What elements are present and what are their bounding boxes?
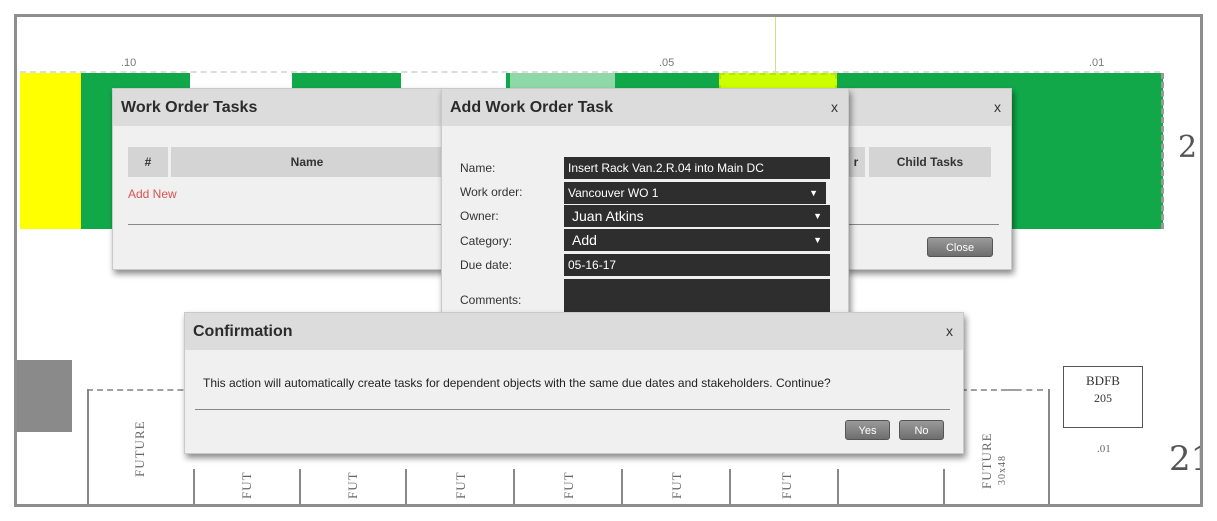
bdfb-name: BDFB xyxy=(1086,373,1120,388)
future-rack-label: FUT xyxy=(561,471,576,499)
divider-line xyxy=(621,469,623,504)
bdfb-number: 205 xyxy=(1094,391,1112,405)
chevron-down-icon: ▼ xyxy=(813,235,822,245)
bottom-row-dash-right xyxy=(1005,389,1043,391)
divider-line xyxy=(943,469,945,504)
confirmation-message: This action will automatically create ta… xyxy=(203,376,831,390)
divider xyxy=(128,224,443,225)
no-button[interactable]: No xyxy=(899,420,944,440)
row-number-bottom: 21 xyxy=(1169,439,1200,479)
divider xyxy=(847,224,999,225)
close-button[interactable]: Close xyxy=(927,237,993,257)
rack-slot-light[interactable] xyxy=(510,73,615,89)
future-rack-label: FUTURE xyxy=(979,432,994,489)
rack-slot-empty[interactable] xyxy=(401,73,506,89)
yes-button[interactable]: Yes xyxy=(845,420,890,440)
scale-label-mid: .05 xyxy=(659,57,675,69)
add-task-title-bar: Add Work Order Task x xyxy=(442,89,848,126)
future-rack-label: FUT xyxy=(239,471,254,499)
panel-title-text: Work Order Tasks xyxy=(121,99,258,116)
comments-label: Comments: xyxy=(460,293,522,307)
column-header-child-tasks[interactable]: Child Tasks xyxy=(869,147,991,177)
bdfb-box[interactable]: BDFB 205 xyxy=(1063,366,1143,428)
rack-slot-empty[interactable] xyxy=(190,73,292,89)
confirmation-dialog: Confirmation x This action will automati… xyxy=(184,312,964,454)
divider-line xyxy=(729,469,731,504)
confirmation-title-bar: Confirmation x xyxy=(185,313,963,350)
rack-yellow[interactable] xyxy=(20,73,81,229)
divider-line xyxy=(299,469,301,504)
column-header-partial[interactable]: r xyxy=(847,147,865,177)
divider xyxy=(195,409,950,410)
divider-line xyxy=(405,469,407,504)
category-label: Category: xyxy=(460,234,513,248)
future-rack-label: FUT xyxy=(779,471,794,499)
work-order-select[interactable]: Vancouver WO 1 ▼ xyxy=(564,182,826,204)
work-order-tasks-title: Work Order Tasks xyxy=(113,89,443,126)
future-rack-label: FUT xyxy=(453,471,468,499)
close-icon[interactable]: x xyxy=(946,313,953,350)
gray-block xyxy=(17,360,72,432)
dialog-title: Add Work Order Task xyxy=(450,99,613,116)
category-value: Add xyxy=(572,232,597,248)
chevron-down-icon: ▼ xyxy=(809,188,818,198)
column-header-hash[interactable]: # xyxy=(128,147,168,177)
divider-line xyxy=(1048,389,1050,504)
work-order-tasks-panel: Work Order Tasks # Name Add New xyxy=(112,88,444,270)
category-select[interactable]: Add ▼ xyxy=(564,229,830,251)
bdfb-scale: .01 xyxy=(1097,443,1111,455)
future-rack-size: 30x48 xyxy=(997,455,1008,485)
chevron-down-icon: ▼ xyxy=(813,211,822,221)
work-order-label: Work order: xyxy=(460,185,523,199)
future-rack-label: FUT xyxy=(345,471,360,499)
future-rack-label: FUTURE xyxy=(132,420,147,477)
row-top-dash xyxy=(20,71,1160,73)
owner-select[interactable]: Juan Atkins ▼ xyxy=(564,205,830,227)
due-date-label: Due date: xyxy=(460,258,513,272)
row-number-top: 21 xyxy=(1178,130,1200,165)
add-work-order-task-dialog: Add Work Order Task x Name: Insert Rack … xyxy=(441,88,849,326)
column-header-name[interactable]: Name xyxy=(171,147,443,177)
scale-label-left: .10 xyxy=(121,57,137,69)
work-order-value: Vancouver WO 1 xyxy=(568,186,659,200)
divider-line xyxy=(87,389,89,504)
owner-value: Juan Atkins xyxy=(572,208,644,224)
divider-line xyxy=(193,469,195,504)
guide-line xyxy=(775,17,776,73)
name-label: Name: xyxy=(460,161,496,175)
due-date-input[interactable]: 05-16-17 xyxy=(564,254,830,276)
work-order-tasks-panel-right: x r Child Tasks Close xyxy=(846,88,1012,270)
panel-title-bar: x xyxy=(847,89,1011,126)
add-new-link[interactable]: Add New xyxy=(128,187,177,201)
dialog-title: Confirmation xyxy=(193,323,293,340)
scale-label-right: .01 xyxy=(1089,57,1105,69)
row-right-dash xyxy=(1161,73,1164,229)
future-rack-label: FUT xyxy=(669,471,684,499)
name-input[interactable]: Insert Rack Van.2.R.04 into Main DC xyxy=(564,157,830,179)
close-icon[interactable]: x xyxy=(994,89,1001,126)
owner-label: Owner: xyxy=(460,209,499,223)
divider-line xyxy=(837,469,839,504)
close-icon[interactable]: x xyxy=(831,89,838,126)
divider-line xyxy=(513,469,515,504)
